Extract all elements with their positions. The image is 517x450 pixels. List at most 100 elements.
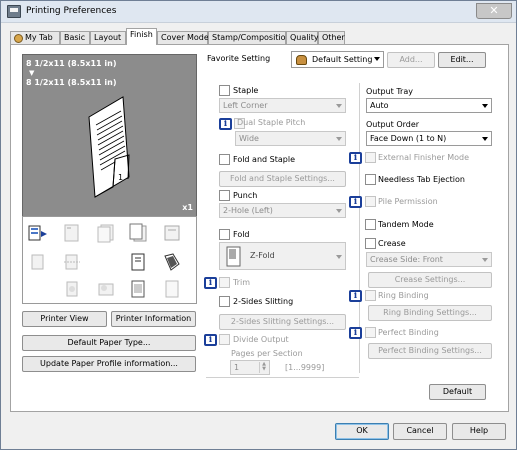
punch-checkbox[interactable]	[219, 190, 230, 201]
staple-checkbox[interactable]	[219, 85, 230, 96]
add-favorite-button[interactable]: Add...	[387, 52, 435, 68]
tab-stamp-composition[interactable]: Stamp/Composition	[208, 31, 291, 45]
favorite-setting-value: Default Setting	[312, 55, 373, 64]
dual-staple-pitch-select[interactable]: Wide	[235, 131, 346, 146]
ring-binding-checkbox[interactable]	[365, 290, 376, 301]
info-icon[interactable]: i	[204, 277, 217, 289]
tab-cover-mode[interactable]: Cover Mode	[157, 31, 209, 45]
tandem-mode-label: Tandem Mode	[378, 220, 434, 229]
output-order-select[interactable]: Face Down (1 to N)	[366, 131, 492, 146]
ring-binding-settings-button[interactable]: Ring Binding Settings...	[368, 305, 492, 321]
staple-label: Staple	[233, 86, 259, 95]
pile-permission-checkbox[interactable]	[365, 196, 376, 207]
tab-quality[interactable]: Quality	[286, 31, 319, 45]
fold-checkbox[interactable]	[219, 229, 230, 240]
default-paper-type-button[interactable]: Default Paper Type...	[22, 335, 196, 351]
dual-staple-pitch-label: Dual Staple Pitch	[237, 118, 306, 127]
tab-other[interactable]: Other	[318, 31, 345, 45]
chevron-down-icon	[374, 57, 380, 61]
tab-basic[interactable]: Basic	[60, 31, 90, 45]
punch-select[interactable]: 2-Hole (Left)	[219, 203, 346, 218]
info-icon[interactable]: i	[349, 327, 362, 339]
divide-output-label: Divide Output	[233, 335, 289, 344]
needless-tab-ejection-checkbox[interactable]	[365, 174, 376, 185]
preview-paper-size: 8 1/2x11 (8.5x11 in)	[26, 78, 117, 87]
perfect-binding-checkbox[interactable]	[365, 327, 376, 338]
tab-finish[interactable]: Finish	[126, 28, 157, 45]
trim-checkbox[interactable]	[219, 277, 230, 288]
update-paper-profile-button[interactable]: Update Paper Profile information...	[22, 356, 196, 372]
default-button[interactable]: Default	[429, 384, 486, 400]
title-bar: Printing Preferences ✕	[1, 1, 516, 23]
crease-checkbox[interactable]	[365, 238, 376, 249]
perfect-binding-settings-button[interactable]: Perfect Binding Settings...	[368, 343, 492, 359]
ok-button[interactable]: OK	[335, 423, 389, 440]
close-button[interactable]: ✕	[476, 3, 512, 19]
tab-label: Basic	[64, 33, 86, 42]
crease-label: Crease	[378, 239, 406, 248]
chevron-down-icon	[482, 104, 488, 108]
ring-binding-icon	[131, 253, 145, 271]
crease-settings-button[interactable]: Crease Settings...	[368, 272, 492, 288]
chevron-down-icon	[336, 137, 342, 141]
fold-type-select[interactable]: Z-Fold	[219, 242, 346, 270]
printer-information-button[interactable]: Printer Information	[111, 311, 196, 327]
slitting-icon	[66, 281, 78, 297]
fold-and-staple-checkbox[interactable]	[219, 154, 230, 165]
trim-icon	[64, 254, 80, 270]
cancel-button[interactable]: Cancel	[393, 423, 447, 440]
pile-icon	[165, 280, 179, 298]
chevron-down-icon	[336, 255, 342, 259]
divide-output-checkbox[interactable]	[219, 334, 230, 345]
crease-side-select[interactable]: Crease Side: Front	[366, 252, 492, 267]
favorite-setting-select[interactable]: Default Setting	[291, 51, 384, 68]
z-fold-type-icon	[226, 246, 241, 267]
tab-layout[interactable]: Layout	[90, 31, 126, 45]
output-tray-value: Auto	[370, 101, 389, 110]
tab-label: My Tab	[25, 33, 53, 42]
punch-icon	[97, 224, 114, 243]
pages-range-label: [1...9999]	[285, 363, 325, 372]
output-tray-select[interactable]: Auto	[366, 98, 492, 113]
favorite-people-icon	[296, 55, 307, 65]
tab-my-tab[interactable]: My Tab	[10, 31, 60, 45]
staple-position-select[interactable]: Left Corner	[219, 98, 346, 113]
output-order-value: Face Down (1 to N)	[370, 134, 447, 143]
printer-view-button[interactable]: Printer View	[22, 311, 107, 327]
pages-per-section-spinner[interactable]: 1 ▲ ▼	[230, 360, 270, 375]
two-sides-slitting-checkbox[interactable]	[219, 296, 230, 307]
external-finisher-mode-label: External Finisher Mode	[378, 153, 470, 162]
info-icon[interactable]: i	[219, 118, 232, 130]
output-tray-label: Output Tray	[366, 87, 413, 96]
edit-favorite-button[interactable]: Edit...	[438, 52, 486, 68]
window-title: Printing Preferences	[26, 6, 117, 16]
tab-label: Cover Mode	[161, 33, 209, 42]
chevron-down-icon	[336, 209, 342, 213]
printer-icon	[7, 5, 21, 18]
fold-and-staple-label: Fold and Staple	[233, 155, 295, 164]
chevron-down-icon	[482, 137, 488, 141]
down-arrow-icon: ▼	[29, 69, 35, 77]
tab-label: Finish	[130, 30, 153, 39]
paper-preview: 8 1/2x11 (8.5x11 in) ▼ 8 1/2x11 (8.5x11 …	[22, 54, 197, 217]
punch-label: Punch	[233, 191, 258, 200]
help-button[interactable]: Help	[452, 423, 506, 440]
fold-and-staple-settings-button[interactable]: Fold and Staple Settings...	[219, 171, 346, 187]
perfect-binding-label: Perfect Binding	[378, 328, 439, 337]
two-sides-slitting-settings-button[interactable]: 2-Sides Slitting Settings...	[219, 314, 346, 330]
info-icon[interactable]: i	[349, 196, 362, 208]
crease-icon	[98, 283, 114, 296]
info-icon[interactable]: i	[349, 290, 362, 302]
external-finisher-mode-checkbox[interactable]	[365, 152, 376, 163]
info-icon[interactable]: i	[349, 152, 362, 164]
info-icon[interactable]: i	[204, 334, 217, 346]
staple-icon	[64, 224, 79, 242]
output-tray-icon	[28, 225, 47, 241]
pages-per-section-label: Pages per Section	[231, 349, 303, 358]
preview-copies: x1	[182, 203, 193, 212]
pages-per-section-value: 1	[234, 363, 240, 372]
two-sides-slitting-label: 2-Sides Slitting	[233, 297, 294, 306]
tandem-mode-checkbox[interactable]	[365, 219, 376, 230]
finish-options-icons	[22, 216, 197, 304]
ring-binding-label: Ring Binding	[378, 291, 429, 300]
